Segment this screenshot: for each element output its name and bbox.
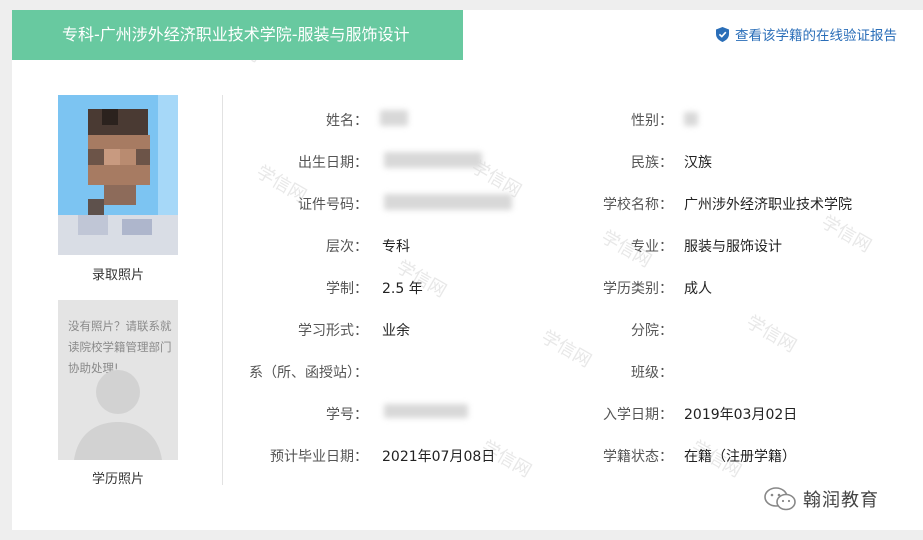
field-label-name: 姓名：	[326, 113, 368, 129]
verify-report-link-label: 查看该学籍的在线验证报告	[735, 28, 897, 44]
field-label-class: 班级：	[631, 365, 673, 381]
field-label-id-number: 证件号码：	[298, 197, 368, 213]
field-label-enrollment-date: 入学日期：	[603, 407, 673, 423]
field-label-birthdate: 出生日期：	[298, 155, 368, 171]
field-label-level: 层次：	[326, 239, 368, 255]
field-label-education-type: 学历类别：	[603, 281, 673, 297]
brand-logo: 翰润教育	[763, 486, 879, 512]
field-label-gender: 性别：	[631, 113, 673, 129]
field-value-ethnicity: 汉族	[684, 155, 712, 171]
field-value-status: 在籍（注册学籍）	[684, 449, 796, 465]
column-divider	[222, 95, 223, 485]
field-label-duration: 学制：	[326, 281, 368, 297]
field-label-status: 学籍状态：	[603, 449, 673, 465]
wechat-icon	[764, 487, 796, 511]
field-value-school: 广州涉外经济职业技术学院	[684, 197, 852, 213]
redacted-gender	[684, 112, 698, 126]
field-value-education-type: 成人	[684, 281, 712, 297]
education-photo-caption: 学历照片	[91, 472, 144, 487]
field-value-duration: 2.5 年	[382, 281, 423, 297]
field-value-graduation-date: 2021年07月08日	[382, 449, 496, 465]
field-label-study-form: 学习形式：	[298, 323, 368, 339]
education-photo-placeholder: 没有照片？请联系就读院校学籍管理部门协助处理!	[58, 300, 178, 460]
field-value-study-form: 业余	[382, 323, 410, 339]
field-label-ethnicity: 民族：	[631, 155, 673, 171]
verify-report-link[interactable]: 查看该学籍的在线验证报告	[716, 24, 897, 44]
redacted-student-id	[384, 404, 468, 418]
field-label-major: 专业：	[631, 239, 673, 255]
field-label-student-id: 学号：	[326, 407, 368, 423]
admission-photo-caption: 录取照片	[91, 268, 144, 283]
field-value-major: 服装与服饰设计	[684, 239, 782, 255]
person-silhouette-icon	[74, 370, 162, 460]
record-title-tab: 专科-广州涉外经济职业技术学院-服装与服饰设计	[12, 10, 463, 60]
field-value-level: 专科	[382, 239, 410, 255]
redacted-birthdate	[384, 152, 482, 168]
redacted-name	[380, 110, 408, 126]
field-label-graduation-date: 预计毕业日期：	[270, 449, 368, 465]
field-value-enrollment-date: 2019年03月02日	[684, 407, 798, 423]
shield-check-icon	[716, 26, 729, 42]
brand-name: 翰润教育	[803, 490, 879, 511]
field-label-school: 学校名称：	[603, 197, 673, 213]
field-label-department: 系（所、函授站）：	[249, 365, 368, 381]
admission-photo	[58, 95, 178, 255]
redacted-id-number	[384, 194, 512, 210]
field-label-branch: 分院：	[631, 323, 673, 339]
